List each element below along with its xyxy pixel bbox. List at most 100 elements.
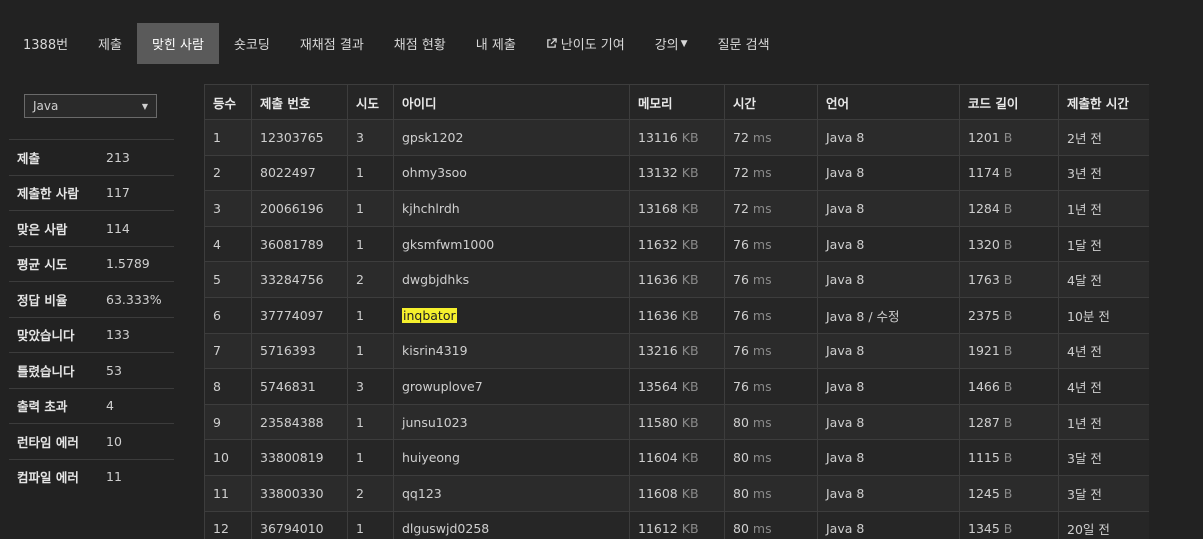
table-row: 5 33284756 2 dwgbjdhks 11636 KB 76 ms Java 8 17… (204, 261, 1149, 298)
cell-code-length: 1320 B (959, 225, 1059, 263)
language-link[interactable]: Java 8 (826, 309, 864, 324)
tab-lectures-dropdown[interactable]: 강의 ▼ (640, 23, 703, 64)
cell-user-id: huiyeong (393, 439, 630, 476)
memory-unit: KB (681, 485, 699, 501)
language-link[interactable]: Java 8 (826, 450, 864, 465)
cell-language: Java 8 (817, 261, 960, 298)
submitted-at-link[interactable]: 1년 전 (1067, 202, 1102, 217)
language-link[interactable]: Java 8 (826, 237, 864, 252)
cell-code-length: 1345 B (959, 510, 1059, 539)
language-link[interactable]: Java 8 (826, 272, 864, 287)
cell-user-id: dwgbjdhks (393, 261, 630, 298)
edit-link[interactable]: 수정 (877, 309, 900, 324)
cell-tries: 1 (347, 154, 394, 192)
tab-rejudge-results[interactable]: 재채점 결과 (285, 23, 379, 64)
tab-short-coding[interactable]: 숏코딩 (219, 23, 285, 64)
language-link[interactable]: Java 8 (826, 486, 864, 501)
language-link[interactable]: Java 8 (826, 343, 864, 358)
cell-time: 76 ms (724, 332, 818, 370)
submitted-at-link[interactable]: 3달 전 (1067, 451, 1102, 466)
correct-users-table-wrap: 등수 제출 번호 시도 아이디 메모리 시간 언어 코드 길이 제출한 시간 1… (204, 84, 1149, 539)
user-link[interactable]: kjhchlrdh (402, 201, 460, 216)
cell-code-length: 1174 B (959, 154, 1059, 192)
user-link[interactable]: qq123 (402, 486, 442, 501)
cell-rank: 7 (204, 332, 252, 370)
stat-row: 제출 213 (9, 139, 174, 175)
user-link[interactable]: junsu1023 (402, 415, 468, 430)
header-time: 시간 (724, 84, 818, 120)
submitted-at-link[interactable]: 2년 전 (1067, 131, 1102, 146)
time-value: 76 (733, 378, 749, 394)
time-value: 80 (733, 521, 749, 537)
cell-tries: 3 (347, 368, 394, 405)
submitted-at-link[interactable]: 4년 전 (1067, 344, 1102, 359)
code-length-value: 1466 (968, 378, 1000, 394)
user-link[interactable]: growuplove7 (402, 379, 483, 394)
memory-unit: KB (681, 236, 699, 252)
time-value: 80 (733, 414, 749, 430)
submitted-at-link[interactable]: 20일 전 (1067, 522, 1110, 537)
code-length-value: 1345 (968, 521, 1000, 537)
cell-code-length: 1763 B (959, 261, 1059, 298)
stat-value: 4 (106, 398, 114, 414)
user-link[interactable]: ohmy3soo (402, 165, 467, 180)
time-value: 76 (733, 272, 749, 288)
table-row: 11 33800330 2 qq123 11608 KB 80 ms Java 8 1245 … (204, 474, 1149, 512)
submitted-at-link[interactable]: 3달 전 (1067, 487, 1102, 502)
memory-unit: KB (681, 414, 699, 430)
time-value: 76 (733, 343, 749, 359)
submitted-at-link[interactable]: 4년 전 (1067, 380, 1102, 395)
submitted-at-link[interactable]: 3년 전 (1067, 166, 1102, 181)
submitted-at-link[interactable]: 4달 전 (1067, 273, 1102, 288)
cell-submitted-at: 3년 전 (1058, 154, 1149, 192)
user-link[interactable]: gksmfwm1000 (402, 237, 494, 252)
memory-unit: KB (681, 200, 699, 216)
language-link[interactable]: Java 8 (826, 201, 864, 216)
cell-submitted-at: 1년 전 (1058, 403, 1149, 441)
tab-my-submissions[interactable]: 내 제출 (461, 23, 531, 64)
time-unit: ms (752, 165, 772, 181)
tab-judge-status[interactable]: 채점 현황 (379, 23, 461, 64)
chevron-down-icon: ▼ (141, 101, 148, 111)
cell-time: 80 ms (724, 474, 818, 512)
header-user-id: 아이디 (393, 84, 630, 120)
user-link[interactable]: inqbator (402, 307, 457, 323)
cell-language: Java 8 (817, 225, 960, 263)
time-unit: ms (752, 343, 772, 359)
cell-rank: 11 (204, 474, 252, 512)
language-link[interactable]: Java 8 (826, 521, 864, 536)
cell-language: Java 8 (817, 119, 960, 156)
time-value: 72 (733, 129, 749, 145)
cell-tries: 1 (347, 332, 394, 370)
user-link[interactable]: kisrin4319 (402, 343, 468, 358)
submitted-at-link[interactable]: 10분 전 (1067, 309, 1110, 324)
time-value: 80 (733, 485, 749, 501)
language-link[interactable]: Java 8 (826, 379, 864, 394)
language-link[interactable]: Java 8 (826, 130, 864, 145)
language-link[interactable]: Java 8 (826, 415, 864, 430)
memory-value: 13132 (638, 165, 678, 181)
tab-correct-users[interactable]: 맞힌 사람 (136, 23, 219, 64)
user-link[interactable]: huiyeong (402, 450, 460, 465)
code-length-unit: B (1003, 307, 1013, 323)
user-link[interactable]: gpsk1202 (402, 130, 463, 145)
submitted-at-link[interactable]: 1달 전 (1067, 238, 1102, 253)
cell-submission-id: 5746831 (251, 368, 348, 405)
code-length-value: 1921 (968, 343, 1000, 359)
tab-submit[interactable]: 제출 (83, 23, 137, 64)
header-submitted-at: 제출한 시간 (1058, 84, 1149, 120)
user-link[interactable]: dwgbjdhks (402, 272, 469, 287)
problem-nav-tabs: 1388번 제출 맞힌 사람 숏코딩 재채점 결과 채점 현황 내 제출 난이도… (8, 23, 785, 64)
submitted-at-link[interactable]: 1년 전 (1067, 416, 1102, 431)
tab-difficulty-contribution[interactable]: 난이도 기여 (531, 23, 640, 64)
language-link[interactable]: Java 8 (826, 165, 864, 180)
user-link[interactable]: dlguswjd0258 (402, 521, 489, 536)
tab-question-search[interactable]: 질문 검색 (703, 23, 785, 64)
cell-memory: 13116 KB (629, 119, 725, 156)
language-select[interactable]: Java ▼ (24, 94, 157, 118)
memory-unit: KB (681, 165, 699, 181)
cell-memory: 11580 KB (629, 403, 725, 441)
stat-row: 맞았습니다 133 (9, 316, 174, 353)
caret-down-icon: ▼ (680, 38, 688, 49)
tab-problem[interactable]: 1388번 (8, 23, 83, 64)
